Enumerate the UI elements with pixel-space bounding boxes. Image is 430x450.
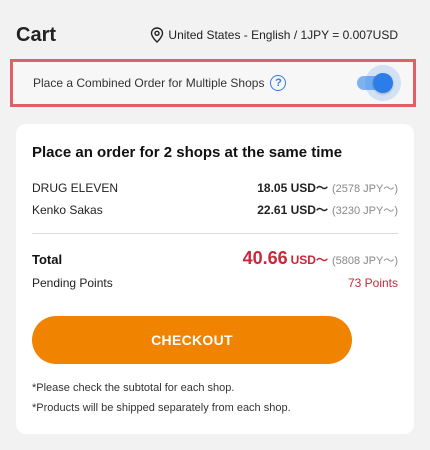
help-icon[interactable]: ? (270, 75, 287, 91)
shop-name: Kenko Sakas (32, 203, 103, 217)
total-price: 40.66 USD～ (5808 JPY～) (243, 248, 398, 269)
combined-order-label: Place a Combined Order for Multiple Shop… (33, 76, 265, 90)
shop-name: DRUG ELEVEN (32, 181, 119, 195)
shop-price: 22.61 USD～ (3230 JPY～) (257, 201, 398, 218)
divider (32, 233, 398, 234)
total-jpy-amount: (5808 JPY～) (331, 255, 398, 267)
combined-order-panel: Place a Combined Order for Multiple Shop… (10, 59, 416, 107)
shop-row: Kenko Sakas 22.61 USD～ (3230 JPY～) (32, 201, 398, 223)
cart-page: Cart United States - English / 1JPY = 0.… (0, 0, 430, 450)
note-shipping: *Products will be shipped separately fro… (32, 402, 291, 414)
combined-order-label-group: Place a Combined Order for Multiple Shop… (33, 75, 287, 91)
checkout-notes: *Please check the subtotal for each shop… (32, 378, 398, 418)
total-unit: USD～ (290, 253, 328, 267)
points-label: Pending Points (32, 276, 113, 290)
shop-usd-amount: 18.05 (257, 181, 288, 195)
total-amount: 40.66 (242, 248, 288, 268)
cart-header: Cart United States - English / 1JPY = 0.… (16, 22, 406, 48)
shop-row: DRUG ELEVEN 18.05 USD～ (2578 JPY～) (32, 179, 398, 201)
locale-selector[interactable]: United States - English / 1JPY = 0.007US… (150, 27, 398, 43)
points-row: Pending Points 73 Points (32, 274, 398, 292)
note-subtotal: *Please check the subtotal for each shop… (32, 382, 235, 394)
combined-order-toggle[interactable] (355, 65, 401, 101)
checkout-button[interactable]: CHECKOUT (32, 316, 352, 364)
shop-price: 18.05 USD～ (2578 JPY～) (257, 179, 398, 196)
shop-usd-unit: USD～ (290, 181, 328, 195)
points-value: 73 Points (347, 276, 398, 290)
location-pin-icon (151, 27, 164, 43)
summary-title: Place an order for 2 shops at the same t… (32, 144, 343, 161)
toggle-knob (373, 73, 393, 93)
shop-jpy-amount: (2578 JPY～) (331, 183, 398, 195)
total-label: Total (32, 252, 63, 267)
total-row: Total 40.66 USD～ (5808 JPY～) (32, 248, 398, 270)
order-summary-card: Place an order for 2 shops at the same t… (16, 124, 414, 434)
shop-usd-unit: USD～ (290, 203, 328, 217)
shop-usd-amount: 22.61 (257, 203, 288, 217)
page-title: Cart (16, 23, 57, 46)
shop-jpy-amount: (3230 JPY～) (331, 205, 398, 217)
locale-text: United States - English / 1JPY = 0.007US… (168, 28, 398, 42)
